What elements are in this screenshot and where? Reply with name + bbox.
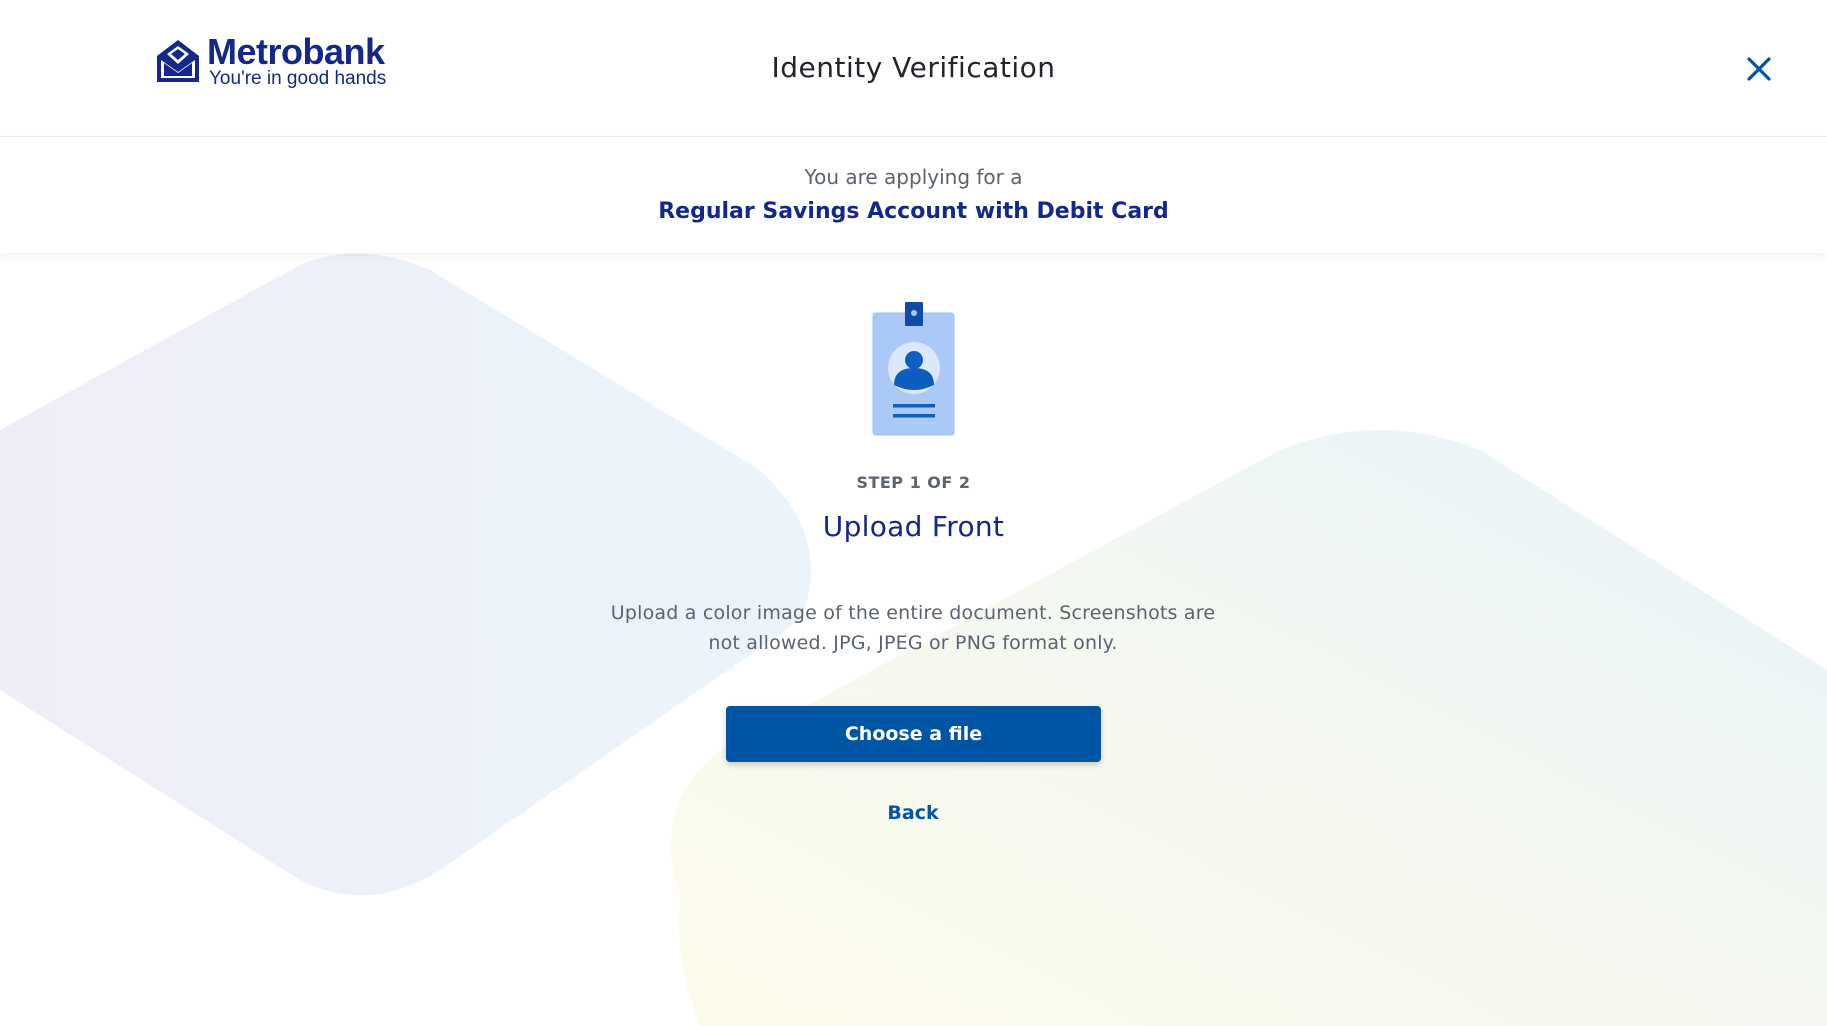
upload-instructions: Upload a color image of the entire docum…: [610, 602, 1216, 654]
choose-file-button[interactable]: Choose a file: [726, 706, 1101, 762]
upload-step-panel: STEP 1 OF 2 Upload Front Upload a color …: [0, 253, 1827, 1026]
application-summary: You are applying for a Regular Savings A…: [0, 137, 1827, 253]
applying-for-label: You are applying for a: [804, 165, 1023, 189]
page-title: Identity Verification: [771, 51, 1056, 84]
back-link[interactable]: Back: [813, 800, 1013, 826]
close-icon: [1747, 57, 1771, 81]
top-header: Metrobank You're in good hands Identity …: [0, 0, 1827, 137]
step-title: Upload Front: [822, 510, 1005, 543]
id-card-icon: [872, 302, 955, 436]
step-counter: STEP 1 OF 2: [856, 473, 971, 492]
product-name: Regular Savings Account with Debit Card: [658, 199, 1169, 224]
identity-verification-page: Metrobank You're in good hands Identity …: [0, 0, 1827, 1026]
close-button[interactable]: [1742, 52, 1776, 86]
